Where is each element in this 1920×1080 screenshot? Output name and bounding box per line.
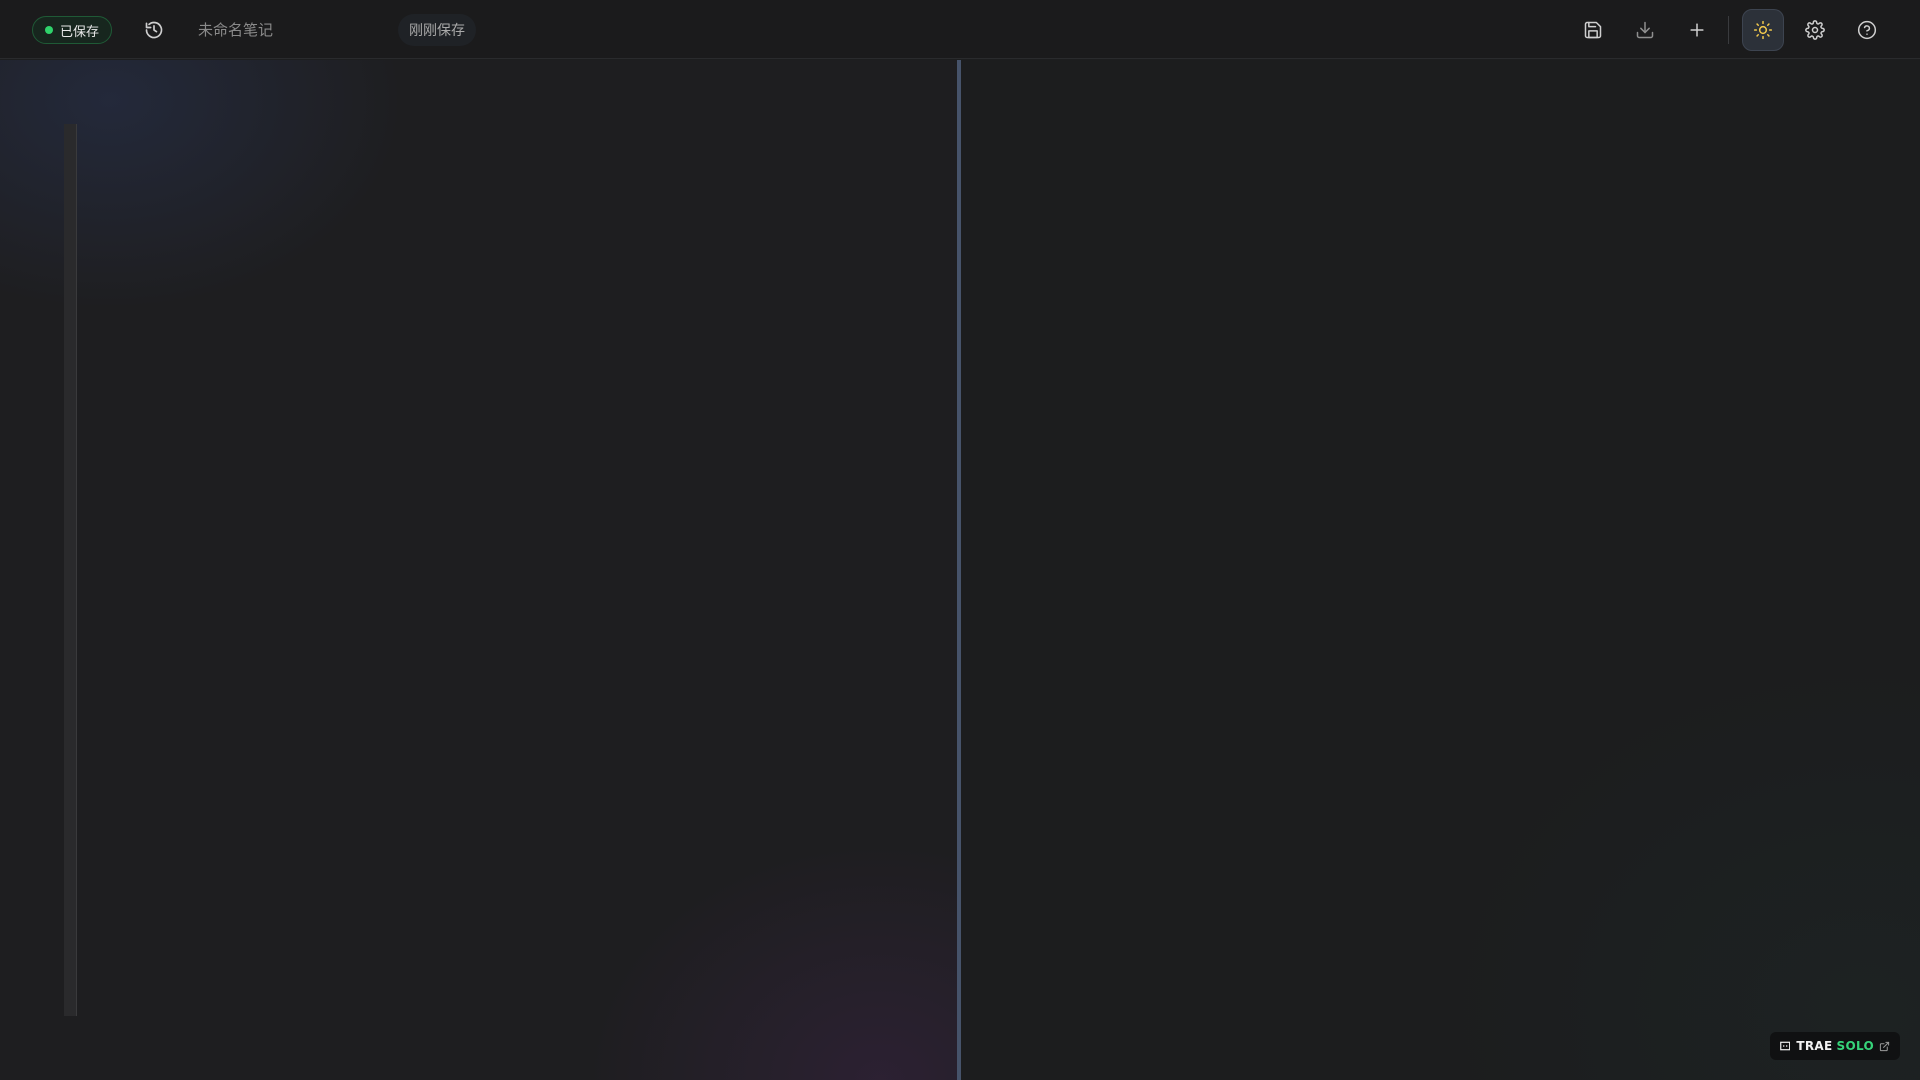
trae-logo-icon	[1780, 1041, 1791, 1051]
status-dot	[45, 26, 53, 34]
history-button[interactable]	[140, 16, 168, 44]
download-icon	[1636, 21, 1654, 39]
save-button[interactable]	[1572, 9, 1614, 51]
external-link-icon	[1879, 1041, 1890, 1052]
new-note-button[interactable]	[1676, 9, 1718, 51]
status-badge-label: 已保存	[60, 24, 100, 40]
top-toolbar: 已保存 刚刚保存	[0, 0, 1920, 59]
help-circle-icon	[1857, 20, 1877, 40]
editor-gutter	[64, 124, 77, 1016]
sun-icon	[1753, 20, 1773, 40]
preview-pane	[961, 60, 1920, 1080]
markdown-editor[interactable]	[86, 124, 936, 1016]
help-button[interactable]	[1846, 9, 1888, 51]
badge-brand: TRAE	[1796, 1039, 1833, 1053]
settings-button[interactable]	[1794, 9, 1836, 51]
badge-suffix: SOLO	[1836, 1039, 1874, 1053]
trae-solo-badge[interactable]: TRAE SOLO	[1770, 1032, 1900, 1060]
toolbar-divider	[1728, 16, 1729, 44]
theme-toggle-button[interactable]	[1742, 9, 1784, 51]
note-title-input[interactable]	[188, 16, 388, 44]
gear-icon	[1805, 20, 1825, 40]
save-status-badge: 已保存	[32, 16, 113, 44]
save-time-label: 刚刚保存	[398, 14, 476, 46]
save-icon	[1584, 21, 1602, 39]
download-button[interactable]	[1624, 9, 1666, 51]
editor-pane	[0, 60, 957, 1080]
history-icon	[145, 21, 163, 39]
plus-icon	[1690, 23, 1704, 37]
